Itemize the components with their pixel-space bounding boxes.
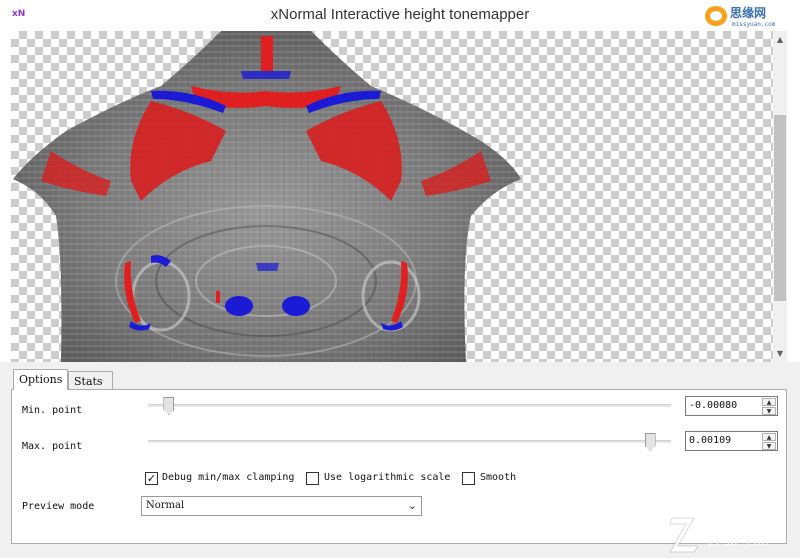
log-scale-label[interactable]: Use logarithmic scale [324, 472, 450, 483]
min-point-spin-up-icon[interactable]: ▲ [762, 398, 776, 406]
smooth-checkbox[interactable] [462, 472, 475, 485]
tab-options[interactable]: Options [13, 369, 68, 390]
preview-mode-label: Preview mode [22, 501, 95, 512]
smooth-label[interactable]: Smooth [480, 472, 516, 483]
preview-mode-select[interactable]: Normal ⌄ [141, 496, 422, 516]
preview-mode-value[interactable]: Normal [146, 500, 184, 511]
max-point-spinbox[interactable]: 0.00109 ▲ ▼ [685, 431, 778, 451]
max-point-spin-up-icon[interactable]: ▲ [762, 433, 776, 441]
min-point-slider-track[interactable] [148, 404, 671, 407]
window-title: xNormal Interactive height tonemapper [270, 6, 530, 23]
svg-text:思缘网: 思缘网 [730, 5, 766, 20]
scroll-down-icon[interactable]: ▼ [773, 347, 787, 361]
scroll-up-icon[interactable]: ▲ [773, 33, 787, 47]
max-point-slider-track[interactable] [148, 440, 671, 443]
log-scale-checkbox[interactable] [306, 472, 319, 485]
max-point-spin-down-icon[interactable]: ▼ [762, 442, 776, 450]
height-map-preview [13, 31, 521, 362]
max-point-value[interactable]: 0.00109 [689, 435, 731, 446]
preview-viewport[interactable] [11, 31, 773, 362]
min-point-label: Min. point [22, 405, 83, 416]
watermark-bottom-sub: ZF3D.COM [708, 536, 769, 549]
min-point-value[interactable]: -0.00080 [689, 400, 737, 411]
title-bar: xN xNormal Interactive height tonemapper… [0, 0, 800, 31]
watermark-logo-icon: 思缘网 missyuan.com [705, 5, 776, 28]
svg-text:missyuan.com: missyuan.com [732, 21, 776, 28]
min-point-spinbox[interactable]: -0.00080 ▲ ▼ [685, 396, 778, 416]
max-point-label: Max. point [22, 441, 83, 452]
vertical-scrollbar[interactable]: ▲ ▼ [773, 31, 787, 362]
chevron-down-icon[interactable]: ⌄ [408, 499, 417, 512]
debug-clamping-label[interactable]: Debug min/max clamping [162, 472, 294, 483]
scrollbar-thumb[interactable] [774, 115, 786, 301]
min-point-spin-down-icon[interactable]: ▼ [762, 407, 776, 415]
debug-clamping-checkbox[interactable]: ✓ [145, 472, 158, 485]
